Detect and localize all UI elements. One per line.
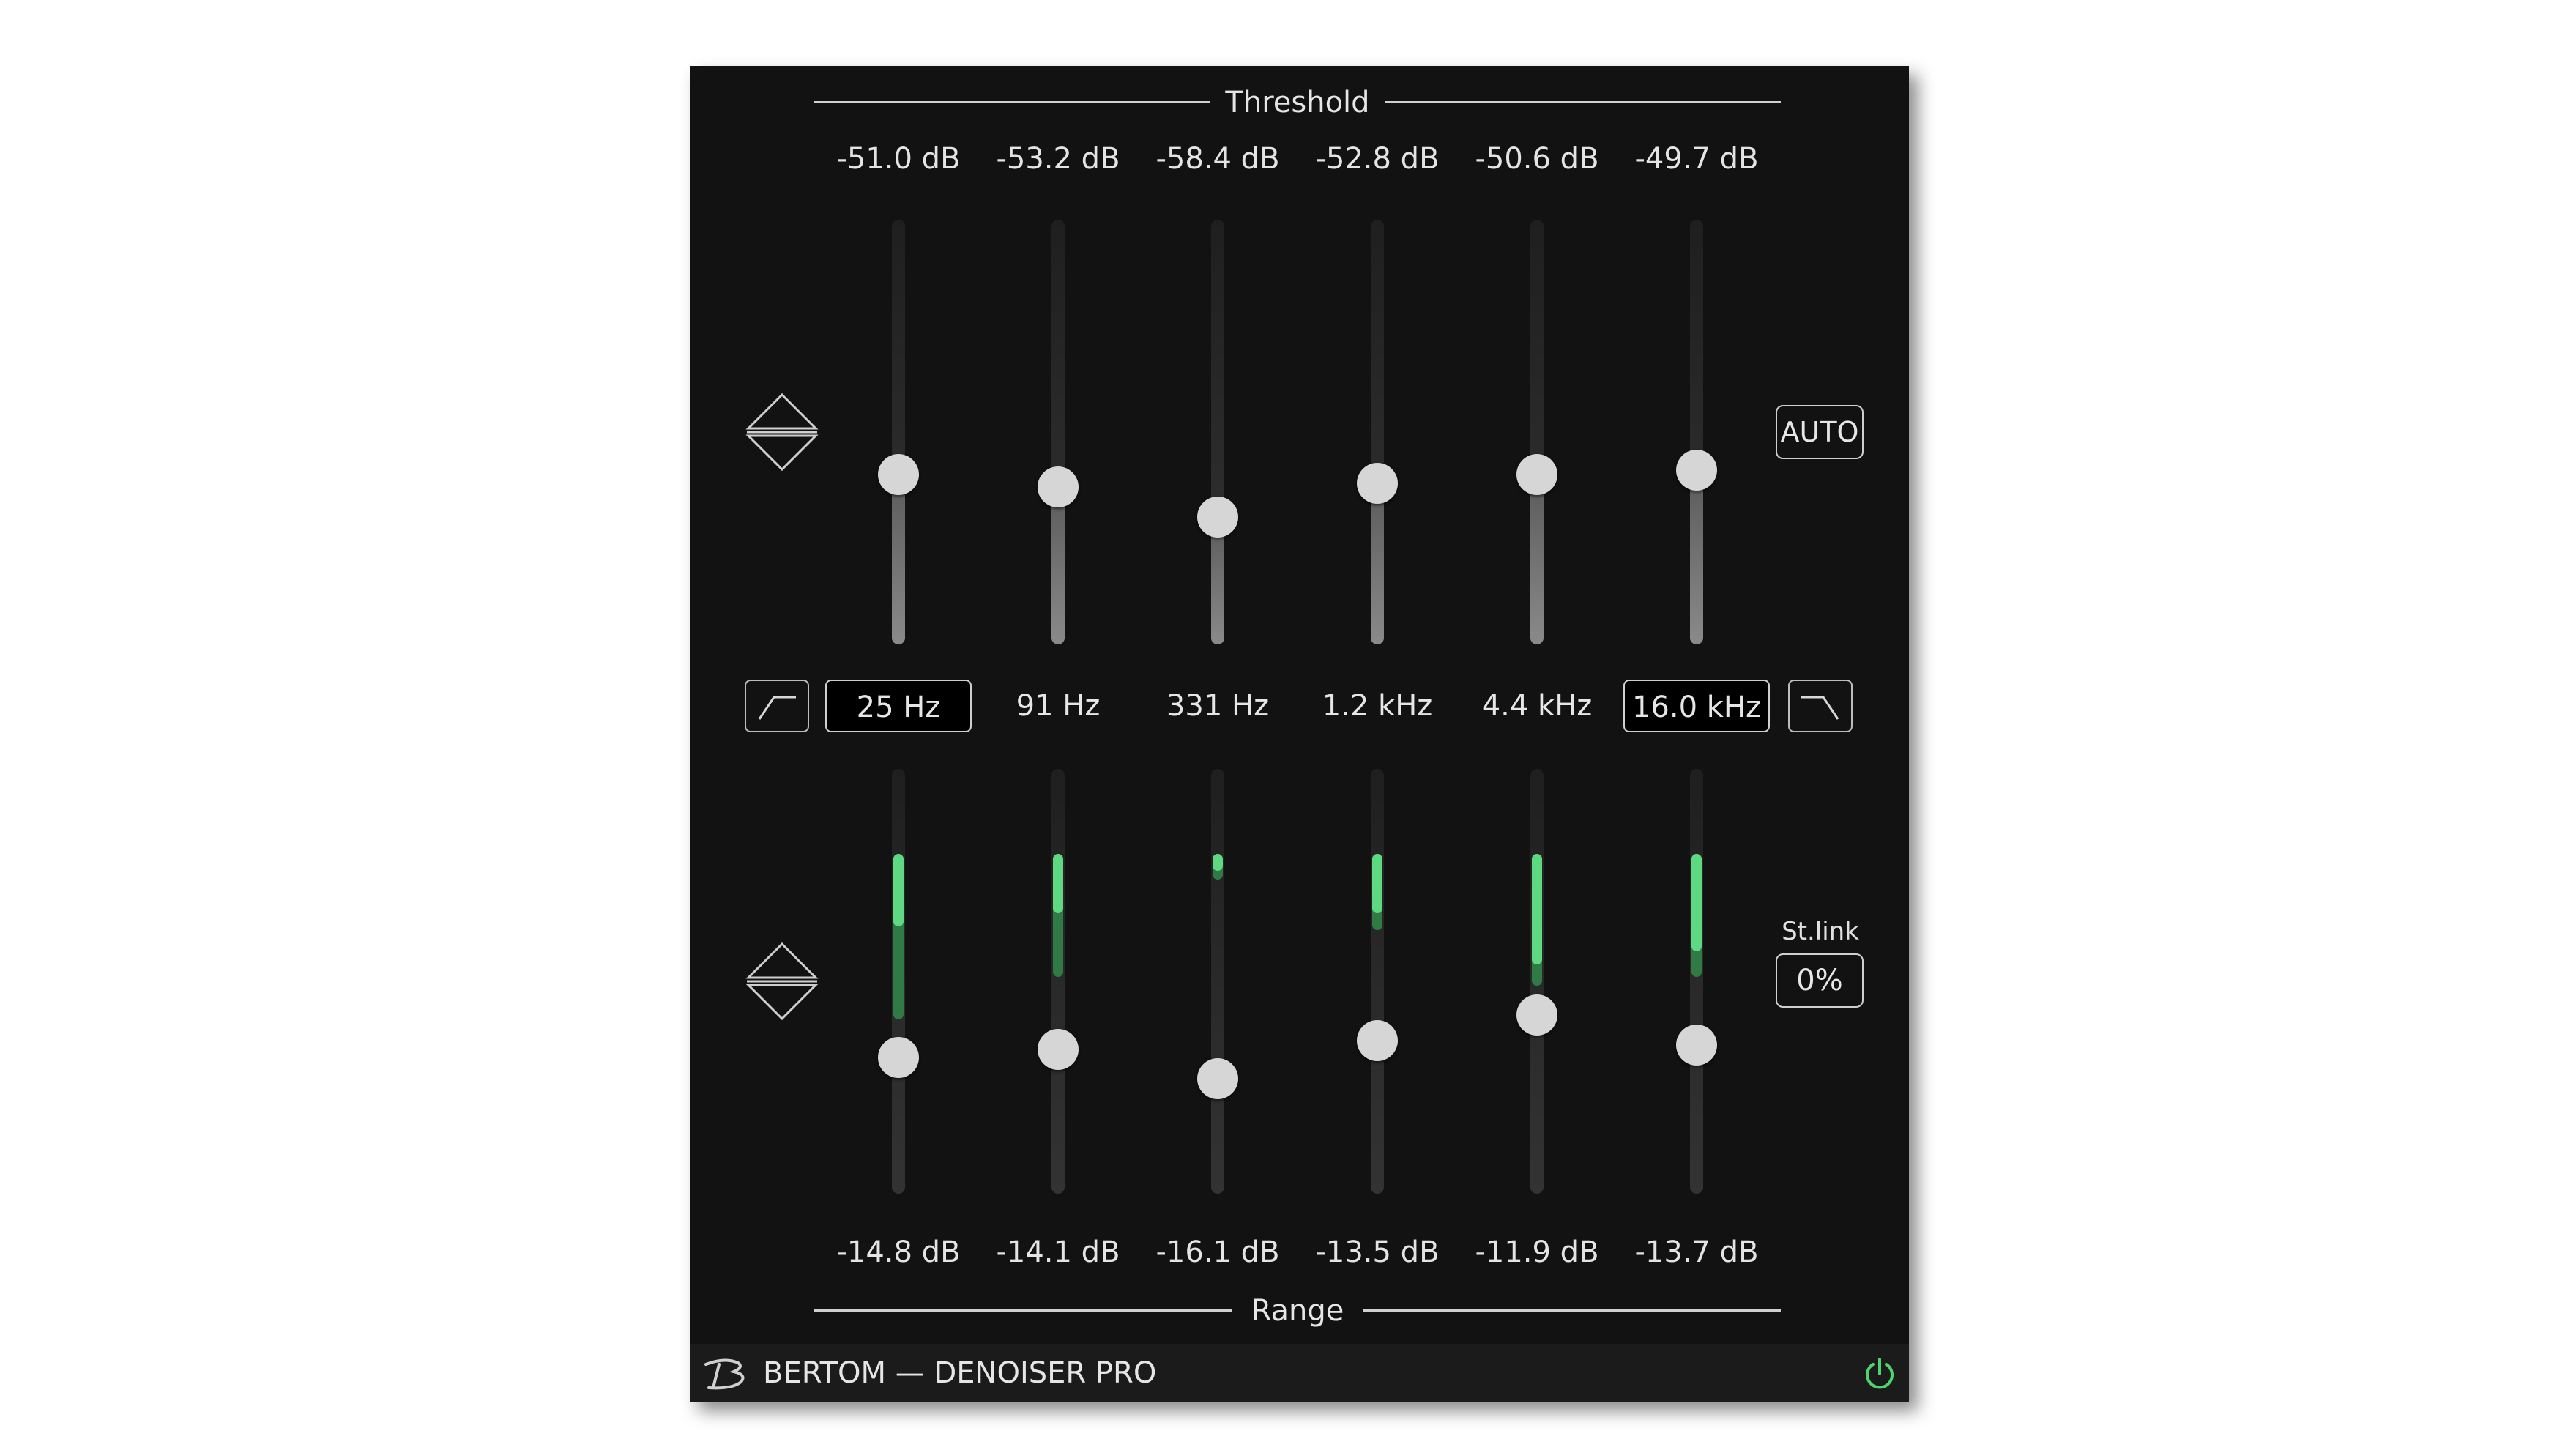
range-meter-5: [1532, 854, 1542, 964]
footer-bar: BERTOM — DENOISER PRO: [690, 1344, 1909, 1402]
stlink-value-field[interactable]: 0%: [1776, 953, 1864, 1008]
stlink-label: St.link: [1782, 917, 1859, 946]
range-value-4: -13.5 dB: [1315, 1235, 1440, 1269]
range-title: Range: [1251, 1294, 1344, 1328]
range-link-icon[interactable]: [744, 941, 820, 1022]
band-frequency-6[interactable]: 16.0 kHz: [1623, 680, 1770, 732]
range-slider-thumb-5[interactable]: [1516, 994, 1557, 1036]
range-track-4[interactable]: [1371, 769, 1384, 1194]
band-frequency-4[interactable]: 1.2 kHz: [1304, 680, 1451, 732]
threshold-slider-thumb-1[interactable]: [878, 454, 919, 495]
range-value-2: -14.1 dB: [996, 1235, 1120, 1269]
threshold-value-6: -49.7 dB: [1634, 142, 1759, 176]
threshold-fill-1: [892, 475, 905, 644]
threshold-link-icon[interactable]: [744, 392, 820, 472]
range-track-2[interactable]: [1051, 769, 1065, 1194]
bertom-logo-icon: [704, 1358, 745, 1390]
threshold-slider-thumb-3[interactable]: [1197, 497, 1238, 538]
plugin-window: Threshold -51.0 dB -53.2 dB -58.4 dB -52.8 …: [690, 66, 1909, 1402]
brand-label: BERTOM — DENOISER PRO: [763, 1356, 1157, 1390]
low-cut-toggle[interactable]: [745, 680, 809, 732]
threshold-fill-4: [1371, 483, 1384, 644]
range-slider-thumb-6[interactable]: [1676, 1025, 1717, 1066]
range-track-6[interactable]: [1690, 769, 1703, 1194]
range-meter-4: [1372, 854, 1382, 914]
range-slider-thumb-1[interactable]: [878, 1037, 919, 1079]
threshold-fill-5: [1530, 475, 1544, 644]
range-rule-left: [814, 1309, 1232, 1312]
threshold-fill-6: [1690, 470, 1703, 644]
range-meter-3: [1213, 854, 1223, 871]
threshold-value-5: -50.6 dB: [1475, 142, 1599, 176]
range-slider-thumb-3[interactable]: [1197, 1058, 1238, 1100]
threshold-slider-thumb-4[interactable]: [1357, 462, 1398, 504]
range-slider-thumb-2[interactable]: [1038, 1028, 1079, 1070]
range-value-1: -14.8 dB: [836, 1235, 961, 1269]
auto-button[interactable]: AUTO: [1776, 405, 1864, 459]
range-value-3: -16.1 dB: [1155, 1235, 1280, 1269]
high-cut-toggle[interactable]: [1788, 680, 1853, 732]
band-frequency-3[interactable]: 331 Hz: [1144, 680, 1291, 732]
threshold-slider-thumb-2[interactable]: [1038, 466, 1079, 508]
range-rule-right: [1363, 1309, 1781, 1312]
power-icon[interactable]: [1861, 1355, 1898, 1391]
high-cut-icon: [1801, 696, 1839, 720]
threshold-fill-2: [1051, 487, 1065, 644]
threshold-slider-thumb-5[interactable]: [1516, 454, 1557, 495]
threshold-value-1: -51.0 dB: [836, 142, 961, 176]
threshold-rule-left: [814, 101, 1210, 103]
range-track-3[interactable]: [1211, 769, 1224, 1194]
range-meter-1: [893, 854, 904, 926]
range-meter-2: [1053, 854, 1063, 914]
threshold-rule-right: [1385, 101, 1781, 103]
band-frequency-2[interactable]: 91 Hz: [985, 680, 1131, 732]
range-value-5: -11.9 dB: [1475, 1235, 1599, 1269]
low-cut-icon: [758, 696, 796, 720]
threshold-value-4: -52.8 dB: [1315, 142, 1440, 176]
range-slider-thumb-4[interactable]: [1357, 1020, 1398, 1062]
band-frequency-5[interactable]: 4.4 kHz: [1464, 680, 1610, 732]
range-value-6: -13.7 dB: [1634, 1235, 1759, 1269]
threshold-title: Threshold: [1225, 86, 1370, 119]
range-meter-6: [1691, 854, 1702, 952]
threshold-slider-thumb-6[interactable]: [1676, 450, 1717, 491]
threshold-value-3: -58.4 dB: [1155, 142, 1280, 176]
threshold-value-2: -53.2 dB: [996, 142, 1120, 176]
band-frequency-1[interactable]: 25 Hz: [825, 680, 972, 732]
